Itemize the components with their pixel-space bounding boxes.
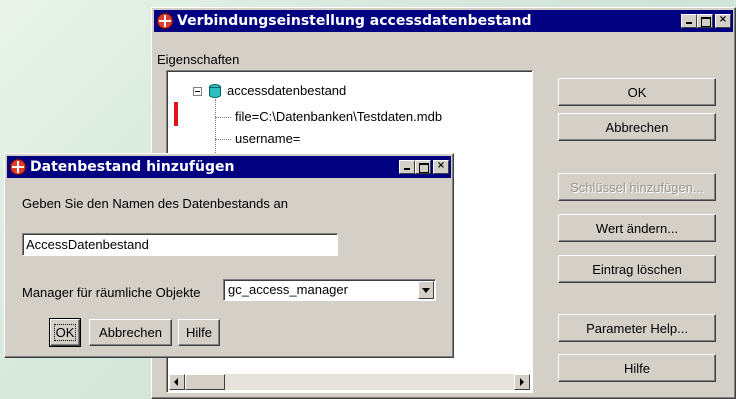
selection-marker xyxy=(174,102,178,126)
tree-horizontal-scrollbar[interactable] xyxy=(169,374,530,390)
datasource-name-input[interactable]: AccessDatenbestand xyxy=(22,233,338,256)
database-icon xyxy=(209,84,221,98)
window-controls: × xyxy=(399,160,449,174)
sub-cancel-button[interactable]: Abbrechen xyxy=(89,319,172,346)
change-value-button[interactable]: Wert ändern... xyxy=(558,214,716,242)
add-key-button: Schlüssel hinzufügen... xyxy=(558,173,716,201)
minimize-button[interactable] xyxy=(399,160,415,174)
tree-connector xyxy=(215,139,231,140)
sub-ok-button[interactable]: OK xyxy=(49,318,81,347)
sub-help-button[interactable]: Hilfe xyxy=(178,319,220,346)
cancel-button[interactable]: Abbrechen xyxy=(558,113,716,141)
sub-titlebar[interactable]: Datenbestand hinzufügen × xyxy=(7,156,451,178)
chevron-down-icon[interactable] xyxy=(418,281,434,299)
manager-select-value: gc_access_manager xyxy=(228,282,348,297)
maximize-button[interactable] xyxy=(415,160,431,174)
help-button[interactable]: Hilfe xyxy=(558,354,716,382)
main-titlebar[interactable]: Verbindungseinstellung accessdatenbestan… xyxy=(154,10,733,32)
collapse-toggle[interactable] xyxy=(193,87,202,96)
datasource-name-value: AccessDatenbestand xyxy=(26,237,149,252)
window-controls: × xyxy=(681,14,731,28)
app-cross-icon xyxy=(10,159,26,175)
manager-label: Manager für räumliche Objekte xyxy=(22,285,201,300)
manager-select[interactable]: gc_access_manager xyxy=(223,279,436,301)
sub-dialog-title: Datenbestand hinzufügen xyxy=(30,159,235,175)
parameter-help-button[interactable]: Parameter Help... xyxy=(558,314,716,342)
tree-child-username[interactable]: username= xyxy=(235,131,300,146)
add-datasource-dialog: Datenbestand hinzufügen × Geben Sie den … xyxy=(4,153,454,358)
tree-connector xyxy=(215,117,231,118)
tree-child-file[interactable]: file=C:\Datenbanken\Testdaten.mdb xyxy=(235,109,442,124)
close-button[interactable]: × xyxy=(715,14,731,28)
delete-entry-button[interactable]: Eintrag löschen xyxy=(558,255,716,283)
close-button[interactable]: × xyxy=(433,160,449,174)
scroll-right-button[interactable] xyxy=(514,374,530,390)
scroll-left-button[interactable] xyxy=(169,374,185,390)
app-cross-icon xyxy=(157,13,173,29)
minimize-button[interactable] xyxy=(681,14,697,28)
tree-root-node[interactable]: accessdatenbestand xyxy=(227,83,346,98)
scroll-thumb[interactable] xyxy=(185,374,225,390)
name-prompt: Geben Sie den Namen des Datenbestands an xyxy=(22,196,288,211)
maximize-button[interactable] xyxy=(697,14,713,28)
main-dialog-title: Verbindungseinstellung accessdatenbestan… xyxy=(177,13,532,29)
sub-ok-label: OK xyxy=(53,324,77,341)
properties-label: Eigenschaften xyxy=(157,52,240,67)
ok-button[interactable]: OK xyxy=(558,78,716,106)
